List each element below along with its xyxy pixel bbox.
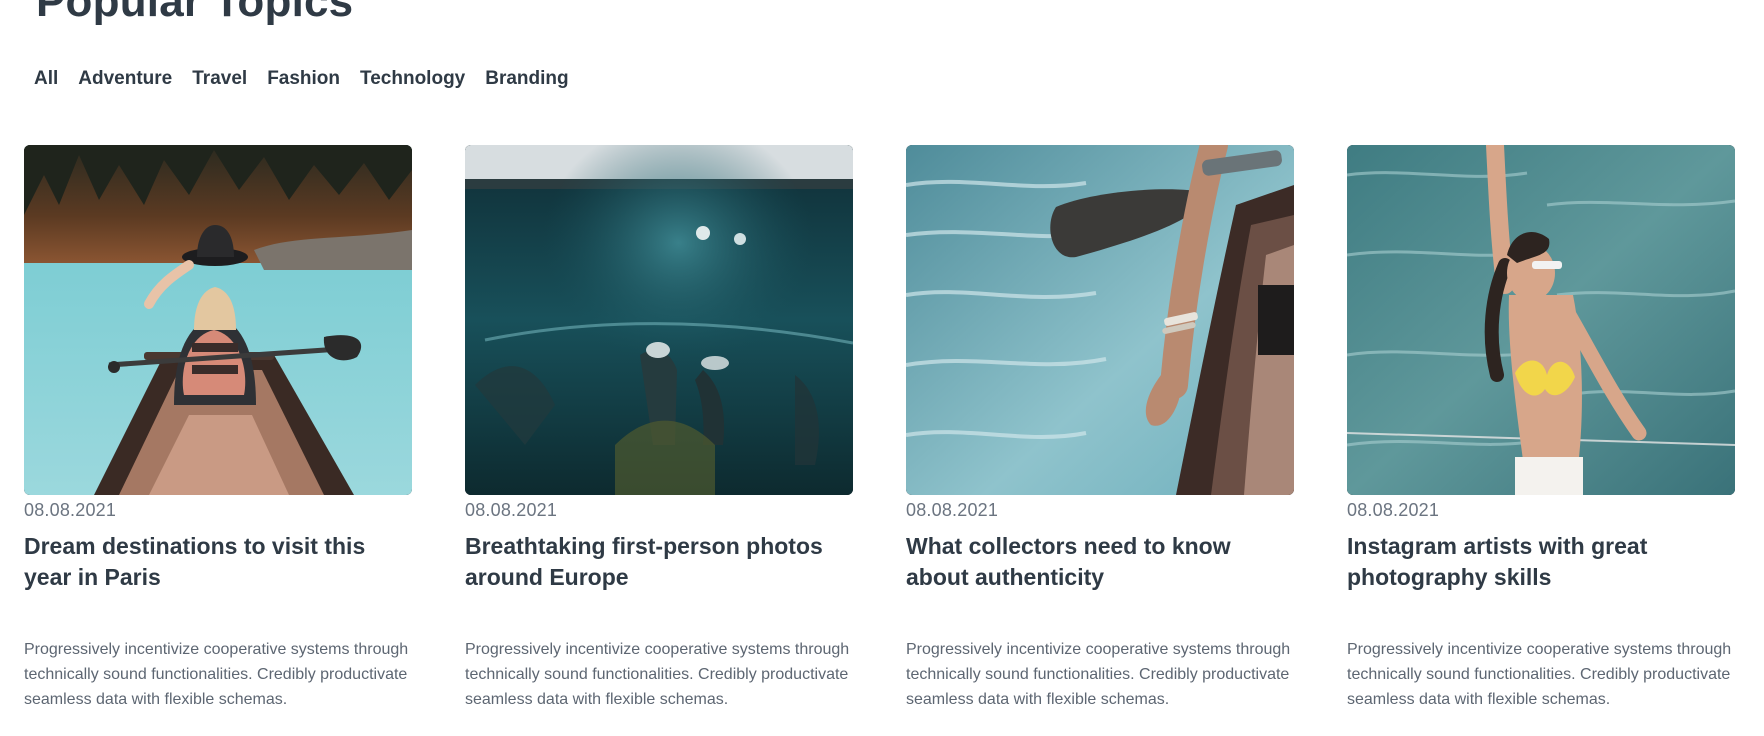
article-grid: 08.08.2021 Dream destinations to visit t… <box>24 145 1740 728</box>
underwater-photo <box>465 145 853 495</box>
article-image-underwater[interactable] <box>465 145 853 495</box>
article-excerpt: Progressively incentivize cooperative sy… <box>465 641 850 708</box>
article-card: 08.08.2021 Dream destinations to visit t… <box>24 145 412 728</box>
tab-travel[interactable]: Travel <box>192 68 247 90</box>
tab-all[interactable]: All <box>34 68 58 90</box>
article-image-hand-in-water[interactable] <box>906 145 1294 495</box>
article-card: 08.08.2021 Breathtaking first-person pho… <box>465 145 853 728</box>
woman-boat-photo <box>1347 145 1735 495</box>
article-excerpt: Progressively incentivize cooperative sy… <box>906 641 1291 708</box>
article-card: 08.08.2021 What collectors need to know … <box>906 145 1294 728</box>
tab-technology[interactable]: Technology <box>360 68 465 90</box>
article-date: 08.08.2021 <box>24 500 117 520</box>
canoe-hand-photo <box>906 145 1294 495</box>
article-card: 08.08.2021 Instagram artists with great … <box>1347 145 1735 728</box>
article-title[interactable]: Instagram artists with great photography… <box>1347 531 1735 593</box>
article-date: 08.08.2021 <box>1347 500 1440 520</box>
article-date: 08.08.2021 <box>906 500 999 520</box>
article-date: 08.08.2021 <box>465 500 558 520</box>
article-image-woman-on-boat[interactable] <box>1347 145 1735 495</box>
topic-tabs: All Adventure Travel Fashion Technology … <box>34 68 569 90</box>
article-excerpt: Progressively incentivize cooperative sy… <box>24 641 409 708</box>
article-excerpt: Progressively incentivize cooperative sy… <box>1347 641 1732 708</box>
tab-branding[interactable]: Branding <box>485 68 568 90</box>
article-title[interactable]: Breathtaking first-person photos around … <box>465 531 853 593</box>
page-title: Popular Topics <box>36 0 354 26</box>
canoe-lake-photo <box>24 145 412 495</box>
article-title[interactable]: What collectors need to know about authe… <box>906 531 1294 593</box>
article-title[interactable]: Dream destinations to visit this year in… <box>24 531 412 593</box>
tab-adventure[interactable]: Adventure <box>78 68 172 90</box>
tab-fashion[interactable]: Fashion <box>267 68 340 90</box>
article-image-canoe-lake[interactable] <box>24 145 412 495</box>
